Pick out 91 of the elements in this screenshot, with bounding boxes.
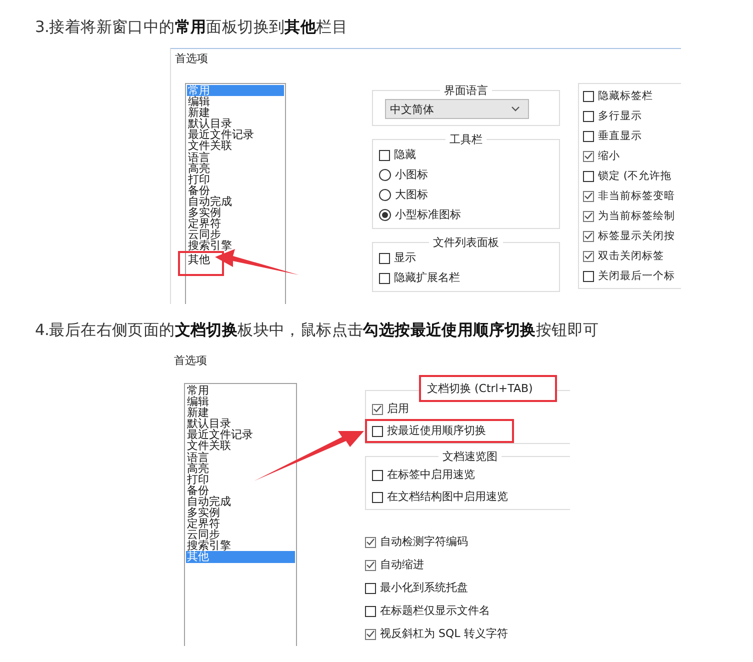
category-item[interactable]: 多实例 bbox=[186, 507, 295, 518]
option-label: 视反斜杠为 SQL 转义字符 bbox=[380, 627, 508, 641]
checkbox[interactable] bbox=[583, 150, 594, 162]
option-label: 关闭最后一个标 bbox=[598, 269, 675, 283]
category-item[interactable]: 文件关联 bbox=[186, 440, 295, 452]
checkbox[interactable] bbox=[583, 90, 594, 102]
category-item[interactable]: 备份 bbox=[187, 184, 284, 196]
option-label: 垂直显示 bbox=[598, 129, 642, 143]
checkbox[interactable] bbox=[372, 426, 383, 436]
category-item[interactable]: 语言 bbox=[187, 152, 284, 163]
option-label: 自动缩进 bbox=[380, 558, 424, 572]
checkbox[interactable] bbox=[583, 230, 594, 242]
option-label: 非当前标签变暗 bbox=[598, 189, 675, 203]
category-item[interactable]: 多实例 bbox=[187, 207, 284, 218]
checkbox[interactable] bbox=[365, 536, 376, 548]
category-item[interactable]: 默认目录 bbox=[186, 418, 295, 430]
group-legend: 文档速览图 bbox=[438, 449, 502, 464]
radio-button[interactable] bbox=[379, 209, 391, 221]
category-item[interactable]: 搜索引擎 bbox=[187, 240, 284, 252]
option-label: 大图标 bbox=[395, 188, 428, 202]
option-label: 隐藏扩展名栏 bbox=[394, 271, 460, 285]
option-label: 最小化到系统托盘 bbox=[380, 581, 468, 595]
category-item[interactable]: 最近文件记录 bbox=[187, 129, 284, 140]
category-item[interactable]: 新建 bbox=[186, 407, 295, 418]
language-dropdown[interactable]: 中文简体 bbox=[385, 99, 529, 119]
category-item[interactable]: 云同步 bbox=[187, 229, 284, 240]
option-label: 小图标 bbox=[395, 168, 428, 182]
checkbox[interactable] bbox=[583, 110, 594, 122]
option-label: 缩小 bbox=[598, 149, 620, 163]
option-label: 小型标准图标 bbox=[395, 208, 461, 222]
category-item[interactable]: 搜索引擎 bbox=[186, 540, 295, 552]
category-item[interactable]: 打印 bbox=[187, 174, 284, 185]
radio-button[interactable] bbox=[379, 169, 391, 181]
category-item[interactable]: 编辑 bbox=[187, 96, 284, 108]
step-heading: 4.最后在右侧页面的文档切换板块中，鼠标点击勾选按最近使用顺序切换按钮即可 bbox=[35, 320, 600, 341]
category-item[interactable]: 文件关联 bbox=[187, 140, 284, 152]
option-label: 多行显示 bbox=[598, 109, 642, 123]
checkbox[interactable] bbox=[365, 582, 376, 594]
category-item[interactable]: 默认目录 bbox=[187, 118, 284, 130]
option-label: 在标签中启用速览 bbox=[387, 468, 475, 482]
category-item[interactable]: 备份 bbox=[186, 484, 295, 496]
checkbox[interactable] bbox=[379, 252, 390, 264]
category-item[interactable]: 语言 bbox=[186, 452, 295, 463]
category-item[interactable]: 编辑 bbox=[186, 396, 295, 408]
option-label: 按最近使用顺序切换 bbox=[387, 424, 486, 438]
category-item[interactable]: 最近文件记录 bbox=[186, 429, 295, 440]
option-label: 自动检测字符编码 bbox=[380, 535, 468, 549]
option-label: 为当前标签绘制 bbox=[598, 209, 675, 223]
checkbox[interactable] bbox=[372, 492, 383, 502]
option-label: 标签显示关闭按 bbox=[598, 229, 675, 243]
checkbox[interactable] bbox=[583, 250, 594, 262]
group-legend: 文档切换 (Ctrl+TAB) bbox=[419, 375, 557, 402]
option-label: 双击关闭标签 bbox=[598, 249, 664, 263]
radio-button[interactable] bbox=[379, 189, 391, 201]
step-heading: 3.接着将新窗口中的常用面板切换到其他栏目 bbox=[35, 17, 349, 38]
category-item[interactable]: 新建 bbox=[187, 107, 284, 118]
group-legend: 工具栏 bbox=[446, 132, 486, 147]
group-legend: 文件列表面板 bbox=[429, 235, 503, 250]
checkbox[interactable] bbox=[583, 170, 594, 182]
checkbox[interactable] bbox=[365, 628, 376, 640]
checkbox[interactable] bbox=[583, 210, 594, 222]
category-item[interactable]: 其他 bbox=[178, 251, 224, 276]
dialog-title: 首选项 bbox=[174, 51, 209, 66]
option-label: 在标题栏仅显示文件名 bbox=[380, 604, 490, 618]
category-item[interactable]: 自动完成 bbox=[186, 496, 295, 508]
category-item[interactable]: 云同步 bbox=[186, 529, 295, 540]
category-item[interactable]: 打印 bbox=[186, 474, 295, 485]
group-legend: 界面语言 bbox=[440, 83, 492, 98]
category-item[interactable]: 高亮 bbox=[186, 462, 295, 474]
category-item[interactable]: 自动完成 bbox=[187, 196, 284, 208]
option-label: 隐藏 bbox=[394, 148, 416, 162]
option-label: 隐藏标签栏 bbox=[598, 89, 653, 103]
checkbox[interactable] bbox=[379, 272, 390, 284]
checkbox[interactable] bbox=[583, 130, 594, 142]
checkbox[interactable] bbox=[372, 404, 383, 414]
category-item[interactable]: 定界符 bbox=[187, 218, 284, 230]
checkbox[interactable] bbox=[583, 270, 594, 282]
option-label: 锁定 (不允许拖 bbox=[598, 169, 672, 183]
category-item[interactable]: 常用 bbox=[186, 385, 295, 396]
option-label: 显示 bbox=[394, 251, 416, 265]
option-label: 启用 bbox=[387, 402, 409, 416]
option-label: 在文档结构图中启用速览 bbox=[387, 490, 508, 504]
category-item[interactable]: 高亮 bbox=[187, 162, 284, 174]
chevron-down-icon bbox=[511, 106, 520, 112]
checkbox[interactable] bbox=[583, 190, 594, 202]
category-item[interactable]: 定界符 bbox=[186, 518, 295, 530]
checkbox[interactable] bbox=[372, 470, 383, 480]
dialog-title: 首选项 bbox=[173, 353, 208, 366]
checkbox[interactable] bbox=[379, 150, 390, 160]
checkbox[interactable] bbox=[365, 560, 376, 570]
checkbox[interactable] bbox=[365, 606, 376, 616]
